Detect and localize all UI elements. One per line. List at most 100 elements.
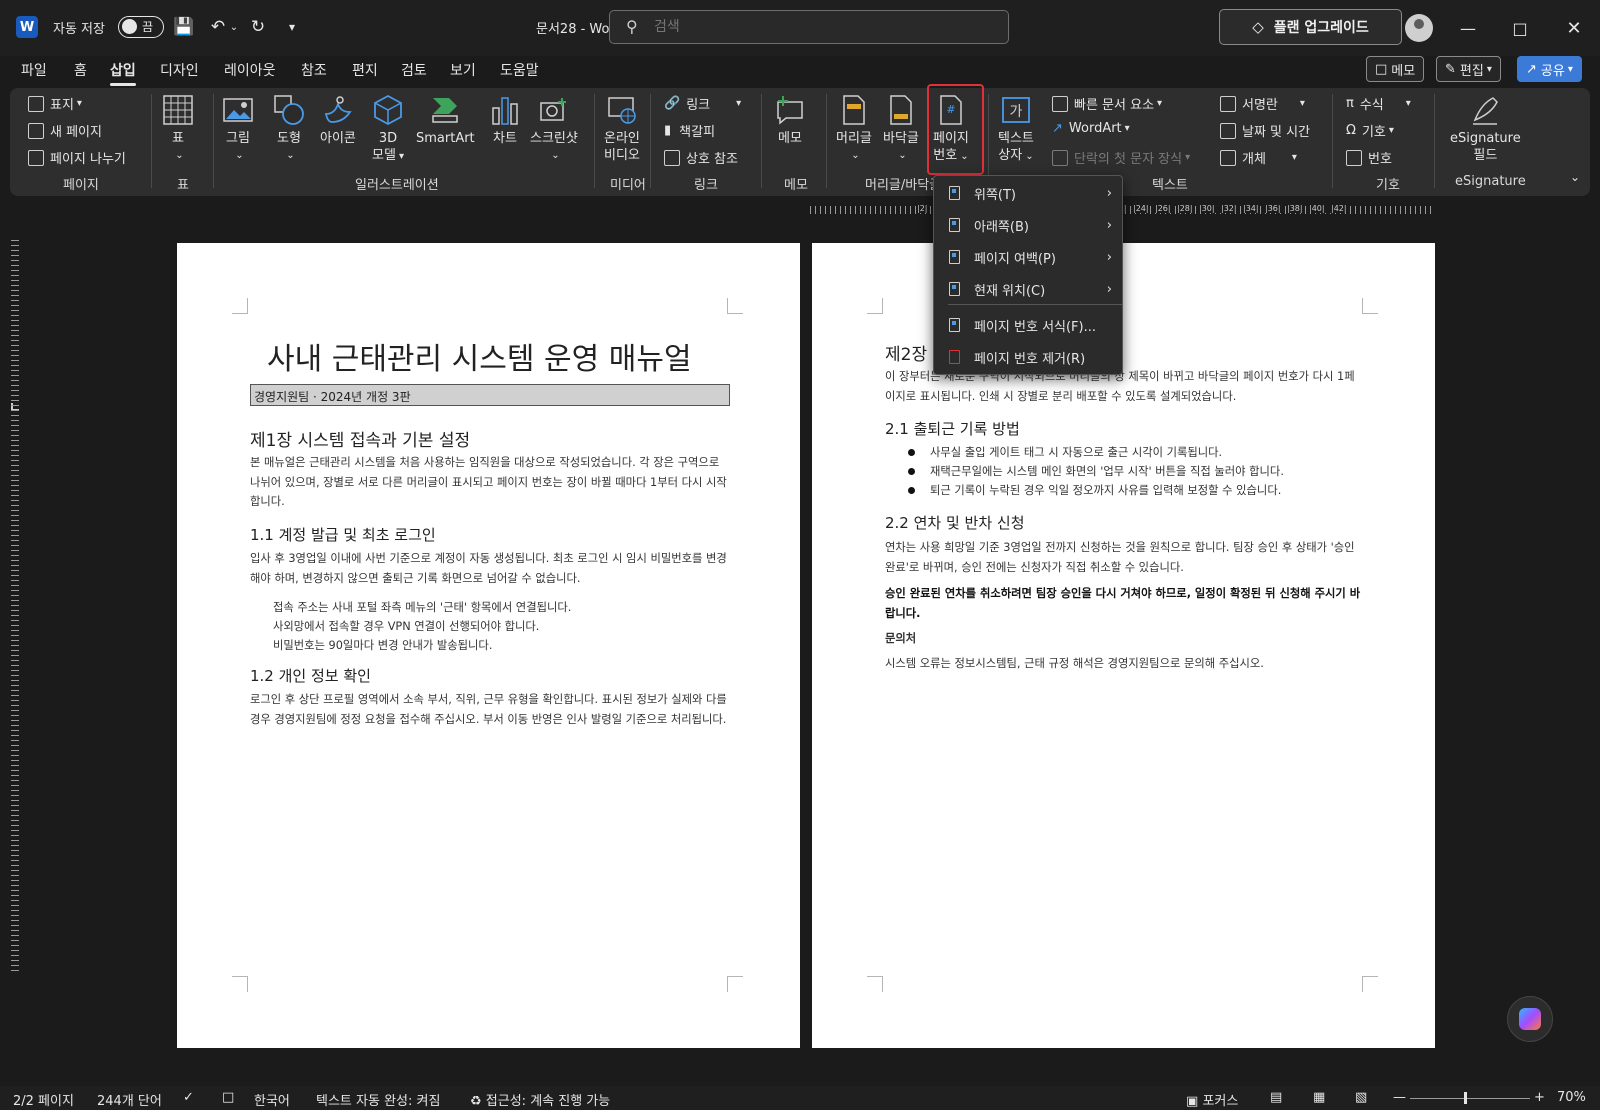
header-button[interactable]: 머리글 ⌄ xyxy=(836,94,872,164)
zoom-slider-thumb[interactable] xyxy=(1464,1092,1467,1104)
tab-insert[interactable]: 삽입 xyxy=(110,60,136,86)
text-box-button[interactable]: 가 텍스트 상자 ⌄ xyxy=(998,94,1034,165)
menu-item-current-position[interactable]: 현재 위치(C) › xyxy=(934,274,1122,304)
object-button[interactable]: 개체 ▾ xyxy=(1220,148,1297,167)
focus-mode-button[interactable]: ▣ 포커스 xyxy=(1186,1090,1238,1109)
online-video-button[interactable]: 온라인 비디오 xyxy=(604,94,640,164)
quick-parts-button[interactable]: 빠른 문서 요소 ▾ xyxy=(1052,94,1162,113)
menu-item-bottom-of-page[interactable]: 아래쪽(B) › xyxy=(934,210,1122,240)
wordart-button[interactable]: ↗ WordArt ▾ xyxy=(1052,121,1130,136)
ruler-tick xyxy=(1380,206,1381,214)
cover-page-button[interactable]: 표지 ▾ xyxy=(28,94,82,113)
ruler-tick xyxy=(11,370,19,371)
pictures-label: 그림 xyxy=(226,131,250,146)
zoom-in-icon[interactable]: + xyxy=(1534,1090,1545,1105)
screenshot-button[interactable]: 스크린샷 ⌄ xyxy=(530,94,578,164)
ruler-tick xyxy=(820,206,821,214)
print-layout-icon[interactable]: ▦ xyxy=(1313,1090,1325,1105)
web-layout-icon[interactable]: ▧ xyxy=(1355,1090,1367,1105)
read-aloud-icon[interactable]: □ xyxy=(222,1090,234,1105)
upgrade-plan-button[interactable]: ◇ 플랜 업그레이드 xyxy=(1219,9,1402,45)
chart-button[interactable]: 차트 xyxy=(489,94,521,147)
ruler-tick xyxy=(11,830,19,831)
ruler-tick xyxy=(11,720,19,721)
zoom-slider[interactable] xyxy=(1410,1098,1530,1099)
copilot-button[interactable] xyxy=(1507,996,1553,1042)
drop-cap-button[interactable]: 단락의 첫 문자 장식 ▾ xyxy=(1052,148,1190,167)
text-prediction-status[interactable]: 텍스트 자동 완성: 켜짐 xyxy=(316,1090,440,1109)
icons-button[interactable]: 아이콘 xyxy=(320,94,356,147)
page-break-button[interactable]: 페이지 나누기 xyxy=(28,148,126,167)
date-time-button[interactable]: 날짜 및 시간 xyxy=(1220,121,1310,140)
menu-item-format-page-numbers[interactable]: 페이지 번호 서식(F)... xyxy=(934,310,1122,340)
zoom-out-icon[interactable]: — xyxy=(1393,1090,1406,1105)
document-page-2[interactable]: 제2장 이 장부터는 새로운 구역이 시작되므로 머리글의 장 제목이 바뀌고 … xyxy=(812,243,1435,1048)
search-input[interactable] xyxy=(654,17,984,37)
toggle-knob xyxy=(122,19,137,34)
minimize-icon[interactable]: — xyxy=(1454,14,1482,42)
symbol-button[interactable]: Ω 기호 ▾ xyxy=(1346,121,1394,140)
menu-item-top-of-page[interactable]: 위쪽(T) › xyxy=(934,178,1122,208)
3d-models-button[interactable]: 3D 모델 ▾ xyxy=(372,94,404,165)
tab-file[interactable]: 파일 xyxy=(21,60,47,80)
zoom-level[interactable]: 70% xyxy=(1557,1090,1586,1105)
autosave-toggle[interactable]: 끔 xyxy=(118,16,164,38)
avatar[interactable] xyxy=(1405,14,1433,42)
new-page-button[interactable]: 새 페이지 xyxy=(28,121,102,140)
page-count[interactable]: 2/2 페이지 xyxy=(13,1090,74,1109)
language-indicator[interactable]: 한국어 xyxy=(254,1090,290,1109)
tab-layout[interactable]: 레이아웃 xyxy=(224,60,276,80)
read-mode-icon[interactable]: ▤ xyxy=(1270,1090,1282,1105)
bookmark-button[interactable]: ▮ 책갈피 xyxy=(664,121,715,140)
tab-design[interactable]: 디자인 xyxy=(160,60,199,80)
comments-button[interactable]: □ 메모 xyxy=(1366,56,1425,82)
number-button[interactable]: 번호 xyxy=(1346,148,1392,167)
vertical-ruler[interactable] xyxy=(8,240,22,975)
collapse-ribbon-icon[interactable]: ⌄ xyxy=(1570,170,1580,184)
menu-item-remove-page-numbers[interactable]: 페이지 번호 제거(R) xyxy=(934,342,1122,372)
smartart-button[interactable]: SmartArt xyxy=(416,94,475,147)
accessibility-status[interactable]: ♻ 접근성: 계속 진행 가능 xyxy=(470,1090,610,1109)
ruler-tick xyxy=(11,275,19,276)
undo-dropdown-icon[interactable]: ⌄ xyxy=(228,15,240,39)
shapes-button[interactable]: 도형 ⌄ xyxy=(273,94,305,164)
ruler-tick xyxy=(11,955,19,956)
close-icon[interactable]: ✕ xyxy=(1560,14,1588,42)
save-icon[interactable]: 💾 xyxy=(172,15,196,39)
link-button[interactable]: 🔗 링크 ▾ xyxy=(664,94,741,113)
crop-mark xyxy=(727,298,743,314)
footer-button[interactable]: 바닥글 ⌄ xyxy=(883,94,919,164)
ruler-tick xyxy=(11,460,19,461)
tab-help[interactable]: 도움말 xyxy=(500,60,539,80)
redo-icon[interactable]: ↻ xyxy=(246,15,270,39)
menu-item-page-margins[interactable]: 페이지 여백(P) › xyxy=(934,242,1122,272)
editing-mode-button[interactable]: ✎ 편집 ▾ xyxy=(1436,56,1501,82)
table-button[interactable]: 표 ⌄ xyxy=(162,94,194,164)
date-time-label: 날짜 및 시간 xyxy=(1242,125,1311,140)
ruler-tick xyxy=(11,690,19,691)
tab-references[interactable]: 참조 xyxy=(301,60,327,80)
signature-line-button[interactable]: 서명란 ▾ xyxy=(1220,94,1305,113)
proofing-icon[interactable]: ✓ xyxy=(183,1090,194,1105)
tab-review[interactable]: 검토 xyxy=(401,60,427,80)
search-box[interactable]: ⚲ xyxy=(609,10,1009,44)
document-page-1[interactable]: 사내 근태관리 시스템 운영 매뉴얼 경영지원팀 · 2024년 개정 3판 제… xyxy=(177,243,800,1048)
word-count[interactable]: 244개 단어 xyxy=(97,1090,162,1109)
ruler-tick xyxy=(11,805,19,806)
tab-view[interactable]: 보기 xyxy=(450,60,476,80)
group-label-pages: 페이지 xyxy=(63,178,99,193)
maximize-icon[interactable]: □ xyxy=(1506,14,1534,42)
equation-button[interactable]: π 수식 ▾ xyxy=(1346,94,1411,113)
pictures-button[interactable]: 그림 ⌄ xyxy=(222,94,254,164)
svg-text:가: 가 xyxy=(1009,104,1022,120)
new-comment-button[interactable]: 메모 xyxy=(774,94,806,147)
tab-home[interactable]: 홈 xyxy=(74,60,87,80)
undo-icon[interactable]: ↶ xyxy=(206,15,230,39)
cross-reference-button[interactable]: 상호 참조 xyxy=(664,148,738,167)
page-bottom-icon xyxy=(949,218,960,232)
customize-toolbar-icon[interactable]: ▾ xyxy=(280,15,304,39)
share-button[interactable]: ↗ 공유 ▾ xyxy=(1517,56,1582,82)
tab-mailings[interactable]: 편지 xyxy=(352,60,378,80)
cross-reference-icon xyxy=(664,149,680,166)
esignature-fields-button[interactable]: eSignature 필드 xyxy=(1450,94,1521,164)
